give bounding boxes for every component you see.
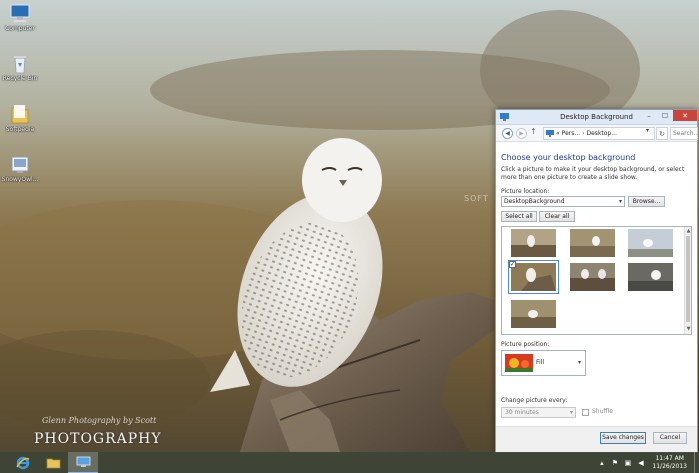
wallpaper-thumbnail[interactable] bbox=[628, 263, 673, 291]
control-panel-icon bbox=[76, 456, 90, 467]
change-interval-dropdown[interactable]: 30 minutes ▾ bbox=[501, 407, 576, 418]
page-description: Click a picture to make it your desktop … bbox=[501, 166, 685, 181]
taskbar-internet-explorer[interactable] bbox=[8, 452, 38, 473]
content-pane: Choose your desktop background Click a p… bbox=[496, 143, 697, 432]
show-hidden-icons-icon[interactable]: ▴ bbox=[597, 458, 606, 467]
clear-all-button[interactable]: Clear all bbox=[539, 211, 575, 222]
back-arrow-icon[interactable]: ◀ bbox=[502, 128, 513, 139]
wallpaper-thumbnail-selected[interactable]: ✓ bbox=[508, 260, 559, 294]
up-arrow-icon[interactable]: ↑ bbox=[530, 127, 537, 136]
show-desktop-button[interactable] bbox=[694, 452, 699, 473]
desktop-icon-theme-file[interactable]: SnowyOwl... bbox=[0, 155, 40, 183]
close-button[interactable]: ✕ bbox=[673, 110, 697, 121]
network-icon[interactable]: ▣ bbox=[623, 458, 632, 467]
forward-arrow-icon[interactable]: ▶ bbox=[516, 128, 527, 139]
thumbnail-checkbox[interactable]: ✓ bbox=[509, 261, 516, 268]
picture-location-label: Picture location: bbox=[501, 188, 550, 195]
change-interval-value: 30 minutes bbox=[505, 409, 539, 416]
wallpaper-thumbnail-image bbox=[511, 263, 556, 291]
watermark-photography: PHOTOGRAPHY bbox=[34, 431, 162, 447]
address-bar: ◀ ▶ ↑ « Pers... › Desktop... ▾ ↻ bbox=[496, 125, 698, 142]
save-changes-button[interactable]: Save changes bbox=[600, 432, 646, 444]
scroll-down-icon[interactable]: ▼ bbox=[685, 326, 691, 332]
chevron-down-icon[interactable]: ▾ bbox=[646, 127, 649, 134]
picture-position-dropdown[interactable]: Fill ▾ bbox=[501, 350, 586, 376]
clock-time: 11:47 AM bbox=[655, 454, 684, 462]
volume-icon[interactable]: ◀ bbox=[636, 458, 645, 467]
browse-button[interactable]: Browse... bbox=[628, 196, 665, 207]
shuffle-checkbox[interactable] bbox=[582, 409, 589, 416]
folder-icon bbox=[46, 458, 60, 468]
cancel-button[interactable]: Cancel bbox=[653, 432, 687, 444]
internet-explorer-icon bbox=[16, 456, 30, 469]
breadcrumb-separator: › bbox=[582, 130, 585, 137]
maximize-button[interactable]: ☐ bbox=[657, 110, 673, 121]
scrollbar-thumb[interactable] bbox=[686, 236, 690, 322]
wallpaper-thumbnail[interactable] bbox=[570, 263, 615, 291]
shuffle-label: Shuffle bbox=[592, 408, 613, 415]
dialog-footer: Save changes Cancel bbox=[496, 426, 697, 452]
theme-file-icon bbox=[11, 156, 29, 173]
picture-location-dropdown[interactable]: DesktopBackground ▾ bbox=[501, 196, 625, 207]
breadcrumb-personalization[interactable]: Pers... bbox=[562, 130, 580, 137]
desktop-background-window: Desktop Background – ☐ ✕ ◀ ▶ ↑ « Pers...… bbox=[495, 109, 698, 453]
folder-icon bbox=[11, 105, 29, 124]
wallpaper-thumbnail[interactable] bbox=[511, 300, 556, 328]
gallery-scrollbar[interactable]: ▲ ▼ bbox=[684, 227, 691, 334]
desktop-icon-label: Softpedia bbox=[5, 126, 35, 133]
softpedia-watermark: SOFT bbox=[464, 194, 489, 203]
desktop-icon-label: Computer bbox=[5, 25, 35, 32]
breadcrumb-overflow[interactable]: « bbox=[556, 130, 560, 137]
scroll-up-icon[interactable]: ▲ bbox=[685, 228, 691, 234]
watermark-signature: Glenn Photography by Scott bbox=[42, 416, 157, 425]
clock-date: 11/26/2013 bbox=[652, 462, 687, 470]
taskbar-clock[interactable]: 11:47 AM 11/26/2013 bbox=[652, 455, 687, 471]
title-bar[interactable]: Desktop Background – ☐ ✕ bbox=[496, 110, 697, 125]
chevron-down-icon: ▾ bbox=[569, 409, 573, 416]
recycle-bin-icon bbox=[14, 56, 26, 74]
desktop-icon-softpedia[interactable]: Softpedia bbox=[0, 103, 40, 133]
desktop-icon-recycle-bin[interactable]: Recycle Bin bbox=[0, 54, 40, 82]
action-center-flag-icon[interactable]: ⚑ bbox=[610, 458, 619, 467]
taskbar-control-panel[interactable] bbox=[68, 452, 98, 473]
desktop-icon-label: SnowyOwl... bbox=[1, 176, 39, 183]
minimize-button[interactable]: – bbox=[641, 110, 657, 121]
breadcrumb-desktop-background[interactable]: Desktop... bbox=[587, 130, 617, 137]
chevron-down-icon: ▾ bbox=[577, 359, 581, 366]
breadcrumb[interactable]: « Pers... › Desktop... bbox=[543, 127, 655, 140]
desktop-icon-label: Recycle Bin bbox=[2, 75, 38, 82]
change-picture-label: Change picture every: bbox=[501, 397, 568, 404]
wallpaper-thumbnail[interactable] bbox=[511, 229, 556, 257]
picture-position-value: Fill bbox=[536, 359, 545, 366]
picture-gallery: ✓ ▲ ▼ bbox=[501, 226, 692, 335]
refresh-icon[interactable]: ↻ bbox=[656, 127, 668, 140]
search-input[interactable] bbox=[670, 127, 698, 140]
chevron-down-icon: ▾ bbox=[618, 198, 622, 205]
taskbar-file-explorer[interactable] bbox=[38, 452, 68, 473]
fill-preview-icon bbox=[505, 354, 533, 372]
control-panel-icon bbox=[546, 130, 554, 137]
wallpaper-thumbnail[interactable] bbox=[570, 229, 615, 257]
system-tray: ▴ ⚑ ▣ ◀ 11:47 AM 11/26/2013 bbox=[597, 452, 687, 473]
page-heading: Choose your desktop background bbox=[501, 153, 636, 162]
desktop-icon-computer[interactable]: Computer bbox=[0, 4, 40, 32]
select-all-button[interactable]: Select all bbox=[501, 211, 537, 222]
picture-position-label: Picture position: bbox=[501, 341, 550, 348]
wallpaper-thumbnail[interactable] bbox=[628, 229, 673, 257]
computer-icon bbox=[10, 4, 30, 22]
taskbar: ▴ ⚑ ▣ ◀ 11:47 AM 11/26/2013 bbox=[0, 452, 699, 473]
picture-location-value: DesktopBackground bbox=[504, 198, 565, 205]
